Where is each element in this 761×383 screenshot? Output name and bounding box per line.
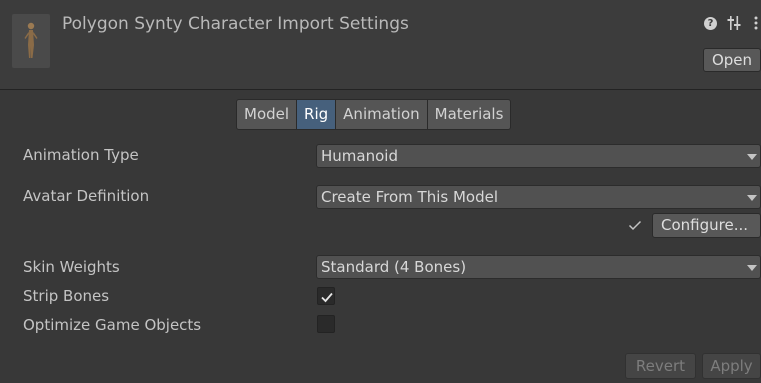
tab-model[interactable]: Model [236,99,298,130]
character-model-icon [12,14,50,68]
avatar-definition-label: Avatar Definition [23,187,150,205]
tab-animation[interactable]: Animation [336,99,428,130]
check-mark-icon [627,217,643,233]
inspector-title: Polygon Synty Character Import Settings [62,14,409,34]
apply-button[interactable]: Apply [702,353,761,379]
tab-materials[interactable]: Materials [427,99,512,130]
kebab-menu-icon[interactable] [751,15,761,31]
check-icon [321,292,333,303]
avatar-definition-dropdown[interactable]: Create From This Model [316,185,761,209]
optimize-game-objects-checkbox[interactable] [317,315,335,333]
tab-rig[interactable]: Rig [297,99,337,130]
preset-sliders-icon[interactable] [726,14,742,32]
animation-type-value: Humanoid [321,147,398,165]
optimize-game-objects-label: Optimize Game Objects [23,316,202,334]
skin-weights-label: Skin Weights [23,258,120,276]
avatar-definition-value: Create From This Model [321,188,498,206]
inspector-header: Polygon Synty Character Import Settings … [0,0,761,90]
strip-bones-checkbox[interactable] [317,287,335,305]
animation-type-dropdown[interactable]: Humanoid [316,144,761,168]
skin-weights-value: Standard (4 Bones) [321,258,467,276]
chevron-down-icon [747,154,757,160]
open-button[interactable]: Open [703,48,761,72]
animation-type-label: Animation Type [23,146,139,164]
import-tabs: Model Rig Animation Materials [236,99,512,130]
chevron-down-icon [747,265,757,271]
configure-button[interactable]: Configure... [652,213,761,238]
skin-weights-dropdown[interactable]: Standard (4 Bones) [316,255,761,279]
help-icon[interactable]: ? [704,17,717,30]
revert-button[interactable]: Revert [625,353,696,379]
strip-bones-label: Strip Bones [23,287,110,305]
chevron-down-icon [747,195,757,201]
